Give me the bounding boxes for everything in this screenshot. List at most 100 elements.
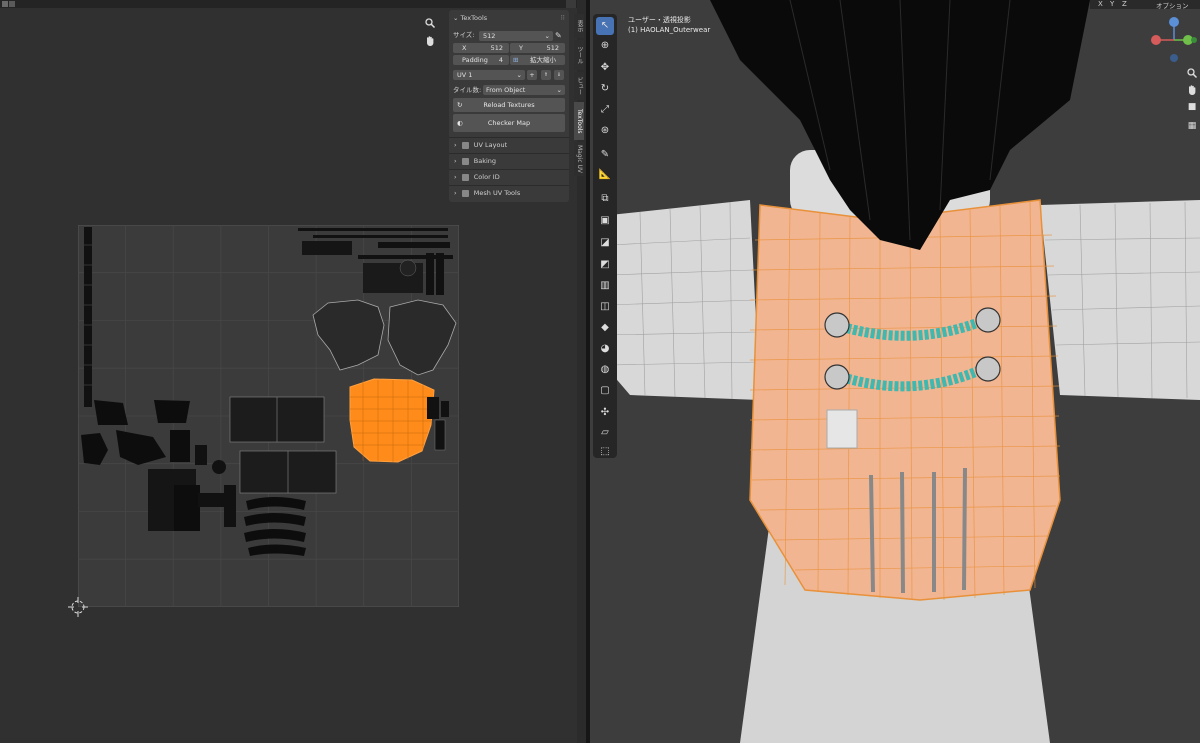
smooth-icon[interactable]: ◍	[596, 361, 614, 379]
inset-icon[interactable]: ◪	[596, 234, 614, 252]
chevron-down-icon: ⌄	[544, 32, 550, 40]
mirror-y-toggle[interactable]: Y	[1110, 0, 1114, 8]
spin-icon[interactable]: ◕	[596, 340, 614, 358]
uv-map-dropdown[interactable]: UV 1 ⌄	[453, 70, 525, 80]
section-color-id[interactable]: › Color ID	[449, 169, 569, 184]
size-dropdown[interactable]: 512 ⌄	[479, 31, 553, 41]
uv-map-value: UV 1	[457, 71, 473, 79]
chevron-right-icon: ›	[454, 157, 457, 165]
2d-cursor-icon[interactable]	[68, 597, 88, 617]
shrink-fatten-icon[interactable]: ✣	[596, 404, 614, 422]
tab-magic-uv[interactable]: Magic UV	[574, 142, 584, 176]
size-value: 512	[483, 32, 496, 40]
tool-shelf: ↖ ⊕ ✥ ↻ ⤢ ⊛ ✎ 📐 ⧉ ▣ ◪ ◩ ▥ ◫ ◆ ◕ ◍ ▢ ✣ ▱ …	[593, 14, 617, 458]
measure-icon[interactable]: 📐	[596, 166, 614, 184]
tile-dropdown[interactable]: From Object ⌄	[483, 85, 565, 95]
section-label: Baking	[473, 157, 497, 165]
section-baking[interactable]: › Baking	[449, 153, 569, 168]
viewport-header: X Y Z オプション	[1090, 0, 1200, 10]
add-uv-button[interactable]: +	[527, 70, 537, 80]
loop-cut-icon[interactable]: ▥	[596, 277, 614, 295]
scale-icon[interactable]: ⤢	[596, 101, 614, 119]
padding-field[interactable]: Padding 4	[453, 55, 509, 65]
uv-editor-header	[0, 0, 577, 8]
drag-handle-icon[interactable]: ⠿	[560, 13, 565, 23]
editor-corner-icon[interactable]	[566, 0, 576, 8]
bevel-icon[interactable]: ◩	[596, 256, 614, 274]
section-label: Color ID	[473, 173, 500, 181]
size-x-field[interactable]: X 512	[453, 43, 509, 53]
tab-view-2[interactable]: ビュー	[574, 72, 584, 100]
shear-icon[interactable]: ▱	[596, 424, 614, 442]
chevron-down-icon: ⌄	[556, 86, 562, 94]
size-label: サイズ:	[453, 31, 475, 39]
camera-icon[interactable]: ■	[1186, 101, 1198, 113]
move-uv-up-icon[interactable]: ⇑	[541, 70, 551, 80]
options-menu[interactable]: オプション	[1156, 0, 1189, 10]
size-y-value: 512	[546, 44, 559, 52]
3d-viewport[interactable]	[590, 0, 1200, 743]
move-icon[interactable]: ✥	[596, 59, 614, 77]
section-mesh-uv-tools[interactable]: › Mesh UV Tools	[449, 185, 569, 200]
size-x-value: 512	[490, 44, 503, 52]
poly-build-icon[interactable]: ◆	[596, 319, 614, 337]
tab-view[interactable]: 表示	[574, 14, 584, 38]
padding-value: 4	[498, 56, 503, 64]
chevron-right-icon: ›	[454, 141, 457, 149]
magnifier-icon[interactable]	[424, 17, 436, 29]
textools-panel: ⌄ TexTools ⠿ サイズ: 512 ⌄ ✎ X 512 Y 512 Pa…	[449, 10, 569, 202]
scale-label: 拡大縮小	[530, 56, 556, 64]
tile-label: タイル数:	[453, 86, 482, 94]
cursor-icon[interactable]: ⊕	[596, 37, 614, 55]
annotate-icon[interactable]: ✎	[596, 146, 614, 164]
edge-slide-icon[interactable]: ▢	[596, 382, 614, 400]
editor-type-icon[interactable]	[2, 1, 8, 7]
rotate-icon[interactable]: ↻	[596, 80, 614, 98]
eyedropper-icon[interactable]: ✎	[555, 31, 565, 41]
extrude-icon[interactable]: ▣	[596, 212, 614, 230]
scale-icon: ⊞	[513, 56, 519, 64]
reload-icon: ↻	[457, 101, 463, 109]
hand-icon[interactable]	[1186, 84, 1198, 96]
reload-label: Reload Textures	[483, 101, 535, 109]
padding-label: Padding	[462, 56, 488, 64]
navigation-gizmo[interactable]	[1148, 14, 1200, 66]
magnifier-icon[interactable]	[1186, 67, 1198, 79]
section-label: Mesh UV Tools	[473, 189, 521, 197]
tile-value: From Object	[486, 86, 526, 94]
reload-textures-button[interactable]: ↻ Reload Textures	[453, 98, 565, 112]
grid-icon[interactable]: ▦	[1186, 120, 1198, 132]
active-object-label: (1) HAOLAN_Outerwear	[628, 26, 711, 34]
size-x-label: X	[462, 44, 467, 52]
scale-button[interactable]: ⊞ 拡大縮小	[510, 55, 565, 65]
rip-icon[interactable]: ⬚	[596, 443, 614, 461]
size-y-label: Y	[519, 44, 523, 52]
textools-header[interactable]: ⌄ TexTools ⠿	[453, 13, 565, 23]
hand-icon[interactable]	[424, 35, 436, 47]
select-box-icon[interactable]: ↖	[596, 17, 614, 35]
move-uv-down-icon[interactable]: ⇓	[554, 70, 564, 80]
section-icon	[461, 157, 469, 165]
knife-icon[interactable]: ◫	[596, 298, 614, 316]
editor-mode-icon[interactable]	[9, 1, 15, 7]
view-mode-label: ユーザー・透視投影	[628, 16, 691, 24]
checker-map-button[interactable]: ◐ Checker Map	[453, 114, 565, 132]
textools-title: TexTools	[460, 14, 488, 22]
section-icon	[461, 189, 469, 197]
transform-icon[interactable]: ⊛	[596, 122, 614, 140]
add-cube-icon[interactable]: ⧉	[596, 190, 614, 208]
chevron-right-icon: ›	[454, 189, 457, 197]
chevron-right-icon: ›	[454, 173, 457, 181]
section-uv-layout[interactable]: › UV Layout	[449, 137, 569, 152]
chevron-down-icon: ⌄	[516, 71, 522, 79]
uv-grid[interactable]	[78, 225, 459, 607]
mirror-x-toggle[interactable]: X	[1098, 0, 1103, 8]
chevron-down-icon: ⌄	[453, 14, 459, 22]
section-label: UV Layout	[473, 141, 508, 149]
checker-icon: ◐	[457, 119, 463, 127]
size-y-field[interactable]: Y 512	[510, 43, 565, 53]
tab-tool[interactable]: ツール	[574, 40, 584, 70]
tab-textools[interactable]: TexTools	[574, 102, 584, 140]
section-icon	[461, 141, 469, 149]
mirror-z-toggle[interactable]: Z	[1122, 0, 1127, 8]
